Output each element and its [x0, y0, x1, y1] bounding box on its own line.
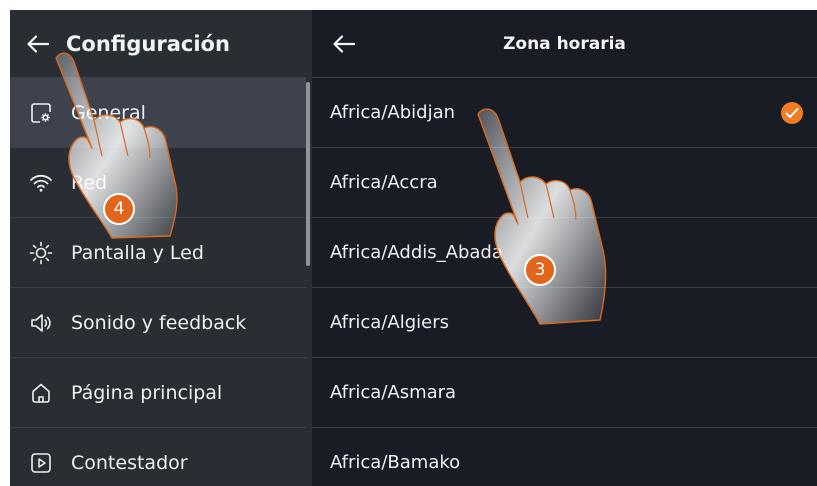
check-icon	[781, 101, 803, 124]
sidebar-item-label: Contestador	[71, 451, 188, 474]
timezone-option-label: Africa/Bamako	[330, 452, 461, 473]
timezone-option-label: Africa/Abidjan	[330, 102, 456, 123]
sidebar-item-homepage[interactable]: Página principal	[10, 357, 306, 427]
timezone-title: Zona horaria	[503, 33, 626, 54]
sidebar-item-label: Sonido y feedback	[71, 311, 247, 334]
step-badge: 4	[103, 193, 135, 225]
sidebar-item-label: Página principal	[71, 381, 223, 404]
sidebar-item-sound[interactable]: Sonido y feedback	[10, 287, 306, 357]
timezone-option-label: Africa/Algiers	[330, 312, 449, 333]
play-icon	[27, 449, 55, 477]
back-arrow-icon[interactable]	[330, 30, 358, 58]
timezone-option-label: Africa/Accra	[330, 172, 438, 193]
timezone-header: Zona horaria	[312, 10, 817, 77]
pointing-hand-icon	[477, 108, 607, 325]
timezone-option[interactable]: Africa/Asmara	[312, 357, 817, 427]
timezone-option[interactable]: Africa/Bamako	[312, 427, 817, 486]
home-icon	[27, 379, 55, 407]
step-badge: 3	[524, 254, 556, 286]
sidebar-scrollbar[interactable]	[306, 82, 310, 266]
speaker-icon	[27, 309, 55, 337]
sidebar-item-answering-machine[interactable]: Contestador	[10, 427, 306, 486]
timezone-option-label: Africa/Asmara	[330, 382, 457, 403]
